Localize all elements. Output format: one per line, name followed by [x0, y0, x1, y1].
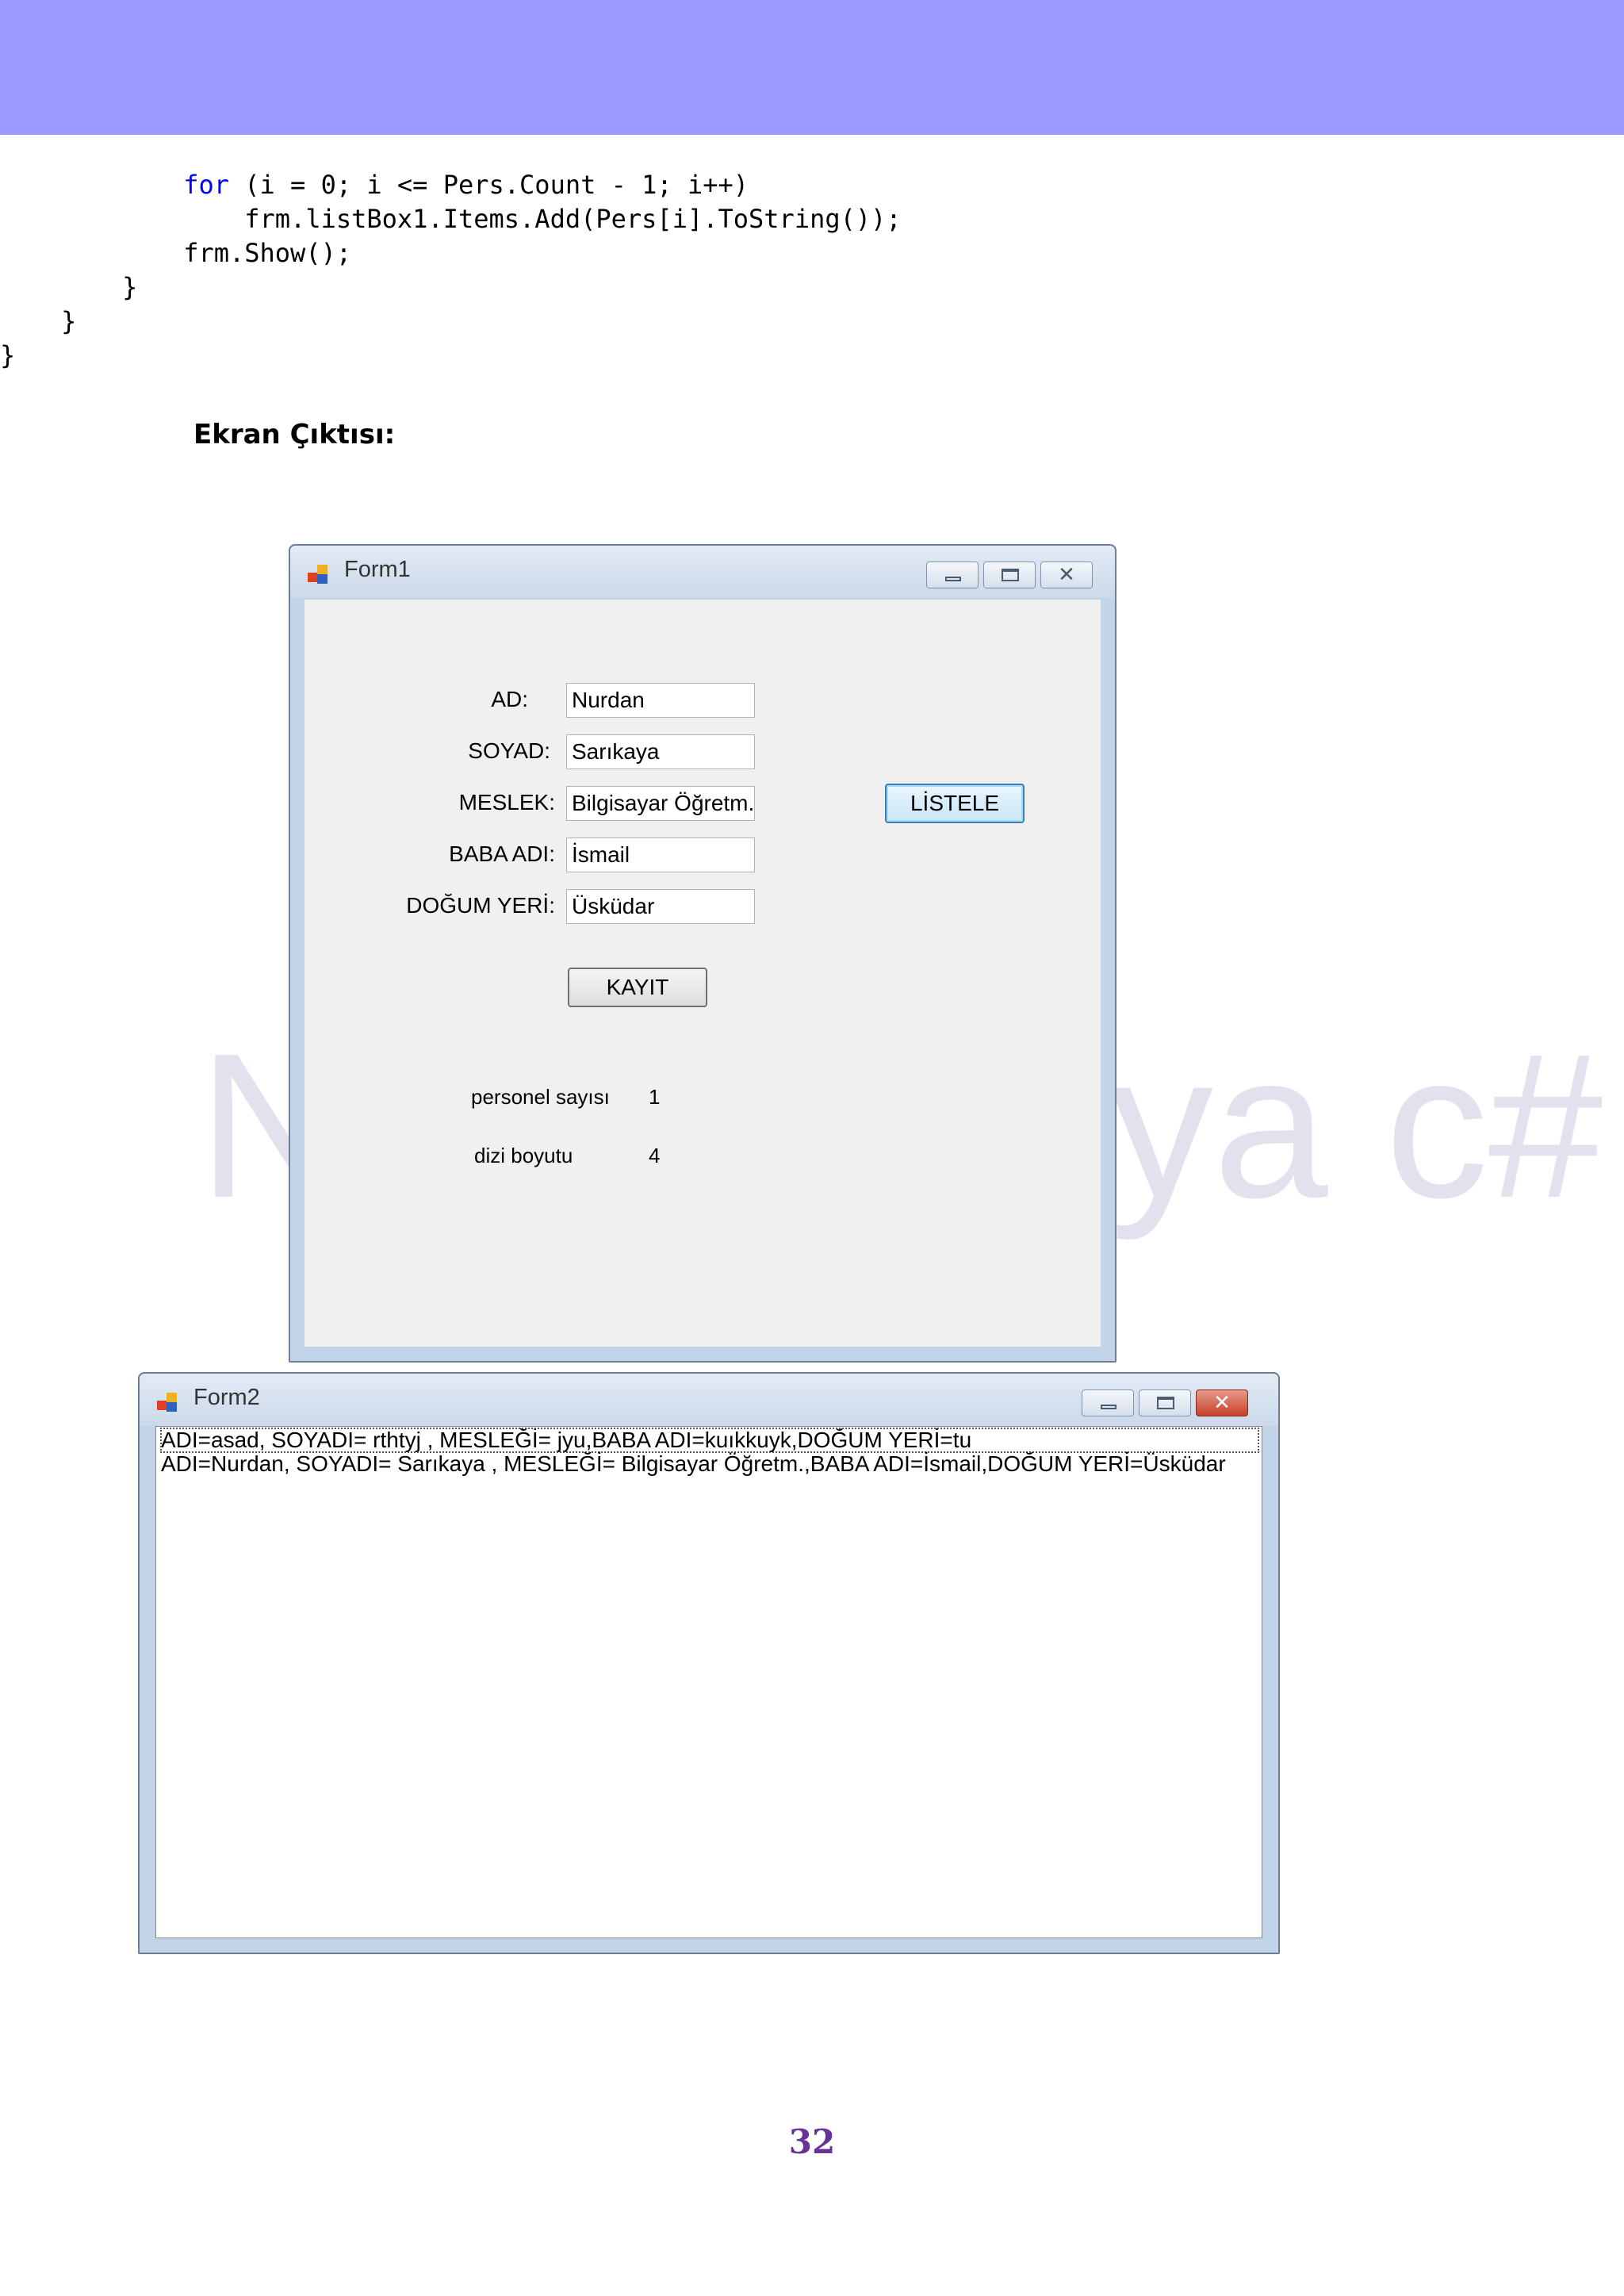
- form1-window-controls: ✕: [926, 562, 1093, 588]
- soyad-input[interactable]: Sarıkaya: [566, 734, 755, 769]
- minimize-button[interactable]: [926, 562, 979, 588]
- meslek-input[interactable]: Bilgisayar Öğretm.: [566, 786, 755, 821]
- form2-title: Form2: [193, 1385, 260, 1410]
- label-baba-adi: BABA ADI:: [449, 841, 555, 866]
- minimize-button[interactable]: [1082, 1389, 1134, 1416]
- code-line-6: }: [0, 340, 16, 370]
- close-icon: ✕: [1058, 563, 1075, 587]
- code-line-3: frm.Show();: [183, 238, 352, 268]
- close-button[interactable]: ✕: [1196, 1389, 1248, 1416]
- list-item[interactable]: ADI=Nurdan, SOYADI= Sarıkaya , MESLEĞİ= …: [161, 1452, 1226, 1476]
- form1-client-area: AD: Nurdan SOYAD: Sarıkaya MESLEK: Bilgi…: [304, 600, 1101, 1347]
- minimize-icon: [945, 577, 961, 581]
- dizi-boyutu-value: 4: [649, 1144, 661, 1167]
- form1-titlebar[interactable]: Form1 ✕: [290, 546, 1115, 598]
- code-line-5: }: [61, 306, 77, 336]
- label-ad: AD:: [491, 687, 528, 711]
- maximize-button[interactable]: [1139, 1389, 1191, 1416]
- windows-form-icon: [308, 565, 331, 585]
- ad-input[interactable]: Nurdan: [566, 683, 755, 718]
- close-button[interactable]: ✕: [1040, 562, 1093, 588]
- page-number: 32: [788, 2122, 836, 2161]
- dogum-yeri-input[interactable]: Üsküdar: [566, 889, 755, 924]
- windows-form-icon: [157, 1393, 181, 1413]
- watermark-right: ya c#: [1110, 1011, 1603, 1241]
- maximize-button[interactable]: [983, 562, 1036, 588]
- code-line-4: }: [122, 272, 138, 302]
- kayit-button[interactable]: KAYIT: [568, 968, 707, 1007]
- listbox1[interactable]: ADI=asad, SOYADI= rthtyj , MESLEĞİ= jyu,…: [155, 1426, 1262, 1938]
- label-dogum-yeri: DOĞUM YERİ:: [406, 893, 555, 918]
- code-keyword: for: [183, 170, 229, 200]
- listele-button[interactable]: LİSTELE: [885, 784, 1025, 823]
- personel-sayisi-label: personel sayısı: [471, 1085, 610, 1109]
- label-meslek: MESLEK:: [458, 790, 555, 815]
- code-block: for (i = 0; i <= Pers.Count - 1; i++) fr…: [0, 168, 902, 373]
- maximize-icon: [1002, 569, 1019, 581]
- code-line-1: for (i = 0; i <= Pers.Count - 1; i++): [183, 170, 749, 200]
- form1-window: Form1 ✕ AD: Nurdan SOYAD: Sarıkaya MESLE…: [289, 544, 1116, 1363]
- form1-title: Form1: [344, 557, 411, 582]
- code-line-2: frm.listBox1.Items.Add(Pers[i].ToString(…: [244, 204, 902, 234]
- header-band: [0, 0, 1624, 135]
- maximize-icon: [1157, 1397, 1174, 1409]
- close-icon: ✕: [1213, 1391, 1231, 1415]
- form2-window: Form2 ✕ ADI=asad, SOYADI= rthtyj , MESLE…: [138, 1372, 1280, 1954]
- dizi-boyutu-label: dizi boyutu: [474, 1144, 573, 1167]
- section-title: Ekran Çıktısı:: [193, 419, 396, 450]
- label-soyad: SOYAD:: [468, 738, 550, 763]
- baba-adi-input[interactable]: İsmail: [566, 838, 755, 872]
- list-item[interactable]: ADI=asad, SOYADI= rthtyj , MESLEĞİ= jyu,…: [160, 1428, 1259, 1453]
- form2-window-controls: ✕: [1082, 1389, 1248, 1416]
- personel-sayisi-value: 1: [649, 1085, 661, 1109]
- minimize-icon: [1101, 1405, 1116, 1409]
- form2-titlebar[interactable]: Form2 ✕: [140, 1374, 1278, 1426]
